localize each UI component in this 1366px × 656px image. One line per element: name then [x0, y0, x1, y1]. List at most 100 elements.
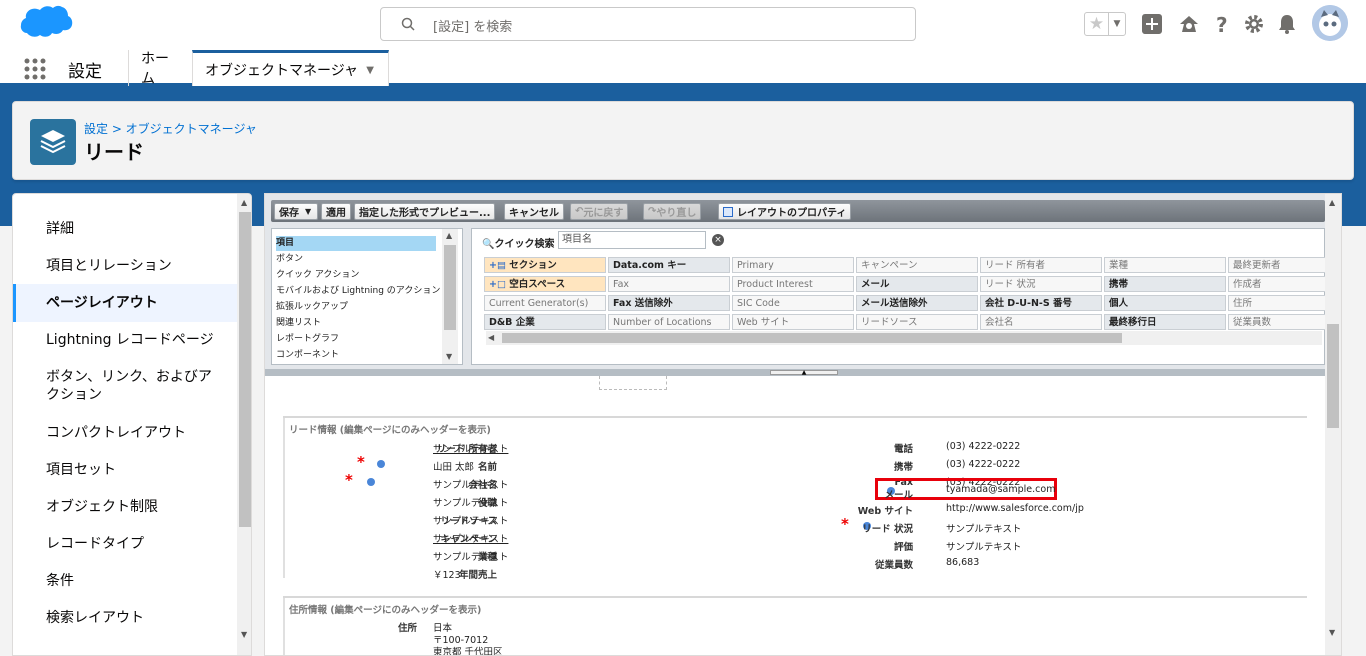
drop-zone — [599, 376, 667, 390]
palette-category-mobile-actions[interactable]: モバイルおよび Lightning のアクション — [276, 284, 440, 299]
sidebar-item-buttons-links[interactable]: ボタン、リンク、およびア — [13, 368, 237, 387]
palette-category-related-lists[interactable]: 関連リスト — [276, 316, 321, 331]
palette-field-item[interactable]: 会社名 — [980, 314, 1102, 330]
favorites-dropdown-icon[interactable]: ▼ — [1109, 13, 1125, 35]
field-value: (03) 4222-0222 — [946, 441, 1021, 452]
palette-field-label: 個人 — [1109, 298, 1129, 309]
palette-field-item[interactable]: 携帯 — [1104, 276, 1226, 292]
cancel-button[interactable]: キャンセル — [504, 203, 564, 220]
palette-field-item[interactable]: 業種 — [1104, 257, 1226, 273]
quick-find-input[interactable]: 項目名 — [558, 231, 706, 249]
palette-field-item[interactable]: Fax 送信除外 — [608, 295, 730, 311]
star-icon[interactable]: ★ — [1085, 13, 1109, 35]
global-search[interactable]: [設定] を検索 — [380, 7, 916, 41]
palette-field-label: メール — [861, 279, 890, 290]
user-avatar[interactable] — [1312, 5, 1348, 41]
field-label[interactable]: 名前 — [478, 459, 497, 473]
palette-field-item[interactable]: リード 所有者 — [980, 257, 1102, 273]
sidebar-item-details[interactable]: 詳細 — [13, 220, 237, 239]
sidebar-item-page-layouts[interactable]: ページレイアウト — [13, 284, 237, 322]
palette-field-item[interactable]: +□ 空白スペース — [484, 276, 606, 292]
gear-icon[interactable] — [1243, 13, 1265, 35]
palette-field-item[interactable]: キャンペーン — [856, 257, 978, 273]
palette-field-item[interactable]: Web サイト — [732, 314, 854, 330]
palette-category-fields[interactable]: 項目 — [276, 236, 436, 251]
field-label[interactable]: リード 状況 — [862, 521, 913, 535]
help-icon[interactable]: ? — [1211, 13, 1233, 35]
palette-field-item[interactable]: リードソース — [856, 314, 978, 330]
preview-as-button[interactable]: 指定した形式でプレビュー... — [354, 203, 496, 220]
scroll-left-icon[interactable]: ◀ — [488, 333, 494, 342]
palette-field-item[interactable]: メール送信除外 — [856, 295, 978, 311]
field-value: 86,683 — [946, 557, 980, 568]
save-button[interactable]: 保存 ▼ — [274, 203, 318, 220]
palette-field-item[interactable]: リード 状況 — [980, 276, 1102, 292]
palette-field-item[interactable]: Fax — [608, 276, 730, 292]
sidebar-item-buttons-links-cont[interactable]: クション — [13, 386, 237, 405]
field-label[interactable]: 携帯 — [894, 459, 913, 473]
quick-save-button[interactable]: 適用 — [321, 203, 351, 220]
app-launcher-icon[interactable] — [24, 58, 46, 80]
sidebar-scrollbar-thumb[interactable] — [239, 212, 251, 527]
palette-category-expanded-lookups[interactable]: 拡張ルックアップ — [276, 300, 348, 315]
field-label[interactable]: 評価 — [894, 539, 913, 553]
sidebar-item-object-limits[interactable]: オブジェクト制限 — [13, 498, 237, 517]
favorites-group[interactable]: ★ ▼ — [1084, 12, 1126, 36]
field-label[interactable]: 住所 — [398, 620, 417, 634]
layout-properties-button[interactable]: レイアウトのプロパティ — [718, 203, 852, 220]
palette-field-item[interactable]: 会社 D-U-N-S 番号 — [980, 295, 1102, 311]
redo-button[interactable]: ↷ やり直し — [643, 203, 702, 220]
sidebar-item-lightning-pages[interactable]: Lightning レコードページ — [13, 331, 237, 350]
sidebar-item-field-sets[interactable]: 項目セット — [13, 461, 237, 480]
palette-field-item[interactable]: Primary — [732, 257, 854, 273]
main-scrollbar-thumb[interactable] — [1327, 324, 1339, 428]
scroll-down-icon[interactable]: ▼ — [1329, 628, 1335, 637]
clear-search-icon[interactable]: × — [712, 234, 724, 246]
palette-category-report-charts[interactable]: レポートグラフ — [276, 332, 339, 347]
scroll-down-icon[interactable]: ▼ — [241, 630, 247, 639]
scroll-down-icon[interactable]: ▼ — [446, 352, 452, 361]
palette-field-item[interactable]: Current Generator(s) — [484, 295, 606, 311]
palette-field-item[interactable]: メール — [856, 276, 978, 292]
sidebar-item-conditions[interactable]: 条件 — [13, 572, 237, 591]
palette-field-item[interactable]: Product Interest — [732, 276, 854, 292]
salesforce-logo[interactable] — [16, 4, 74, 44]
field-label[interactable]: 年間売上 — [459, 567, 497, 581]
palette-category-buttons[interactable]: ボタン — [276, 252, 303, 267]
palette-field-item[interactable]: D&B 企業 — [484, 314, 606, 330]
collapse-palette-handle[interactable]: ▲ — [770, 370, 838, 376]
palette-field-item[interactable]: Number of Locations — [608, 314, 730, 330]
palette-category-components[interactable]: コンポーネント — [276, 348, 339, 363]
palette-field-item[interactable]: +▤ セクション — [484, 257, 606, 273]
sidebar-item-compact-layouts[interactable]: コンパクトレイアウト — [13, 424, 237, 443]
notification-bell-icon[interactable] — [1276, 13, 1298, 35]
section-title-lead-info[interactable]: リード情報 (編集ページにのみヘッダーを表示) — [289, 422, 491, 436]
tab-object-manager[interactable]: オブジェクトマネージャ ▼ — [192, 50, 389, 86]
field-label-email[interactable]: メール — [884, 487, 913, 501]
scroll-up-icon[interactable]: ▲ — [241, 198, 247, 207]
field-label[interactable]: 従業員数 — [875, 557, 913, 571]
palette-category-list[interactable]: 項目 ボタン クイック アクション モバイルおよび Lightning のアクシ… — [271, 228, 463, 365]
breadcrumb[interactable]: 設定 > オブジェクトマネージャ — [84, 120, 257, 137]
chevron-down-icon[interactable]: ▼ — [366, 65, 374, 76]
scroll-up-icon[interactable]: ▲ — [446, 231, 452, 240]
palette-list-scrollbar-thumb[interactable] — [444, 245, 456, 330]
tab-home[interactable]: ホーム — [128, 50, 192, 87]
palette-field-label: リードソース — [861, 317, 918, 328]
trailhead-icon[interactable] — [1178, 13, 1200, 35]
sidebar-item-record-types[interactable]: レコードタイプ — [13, 535, 237, 554]
sidebar-item-search-layouts[interactable]: 検索レイアウト — [13, 609, 237, 628]
palette-category-quick-actions[interactable]: クイック アクション — [276, 268, 359, 283]
global-add-icon[interactable] — [1141, 13, 1163, 35]
sidebar-item-fields[interactable]: 項目とリレーション — [13, 257, 237, 276]
field-label[interactable]: 電話 — [894, 441, 913, 455]
palette-field-item[interactable]: 最終移行日 — [1104, 314, 1226, 330]
scroll-up-icon[interactable]: ▲ — [1329, 198, 1335, 207]
field-label[interactable]: Web サイト — [858, 503, 913, 517]
palette-horizontal-scrollbar-thumb[interactable] — [502, 333, 1122, 343]
palette-field-item[interactable]: Data.com キー — [608, 257, 730, 273]
palette-field-item[interactable]: SIC Code — [732, 295, 854, 311]
palette-field-item[interactable]: 個人 — [1104, 295, 1226, 311]
undo-button[interactable]: ↶ 元に戻す — [570, 203, 629, 220]
section-title-address[interactable]: 住所情報 (編集ページにのみヘッダーを表示) — [289, 602, 481, 616]
